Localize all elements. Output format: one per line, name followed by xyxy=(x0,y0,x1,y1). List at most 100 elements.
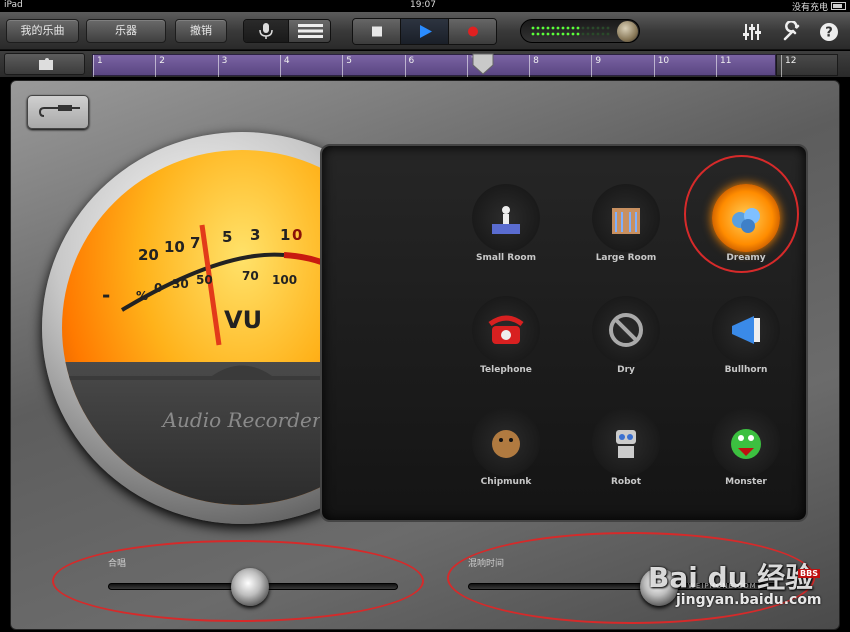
vu-scale-label: 7 xyxy=(190,234,200,252)
tracks-view-button[interactable] xyxy=(288,20,330,42)
level-led xyxy=(536,26,540,30)
level-led xyxy=(546,32,550,36)
play-button[interactable] xyxy=(401,19,449,44)
loop-button[interactable] xyxy=(4,53,85,75)
ruler-bar-label: 2 xyxy=(159,56,166,66)
effect-label: Small Room xyxy=(476,253,536,263)
level-led xyxy=(536,32,540,36)
input-level-meter xyxy=(520,19,640,43)
watermark-brand: Bai du 经验 xyxy=(648,561,814,594)
effect-small-room[interactable]: Small Room xyxy=(446,178,566,288)
level-led xyxy=(551,26,555,30)
dry-icon xyxy=(609,313,643,347)
level-led xyxy=(586,32,590,36)
effect-chipmunk[interactable]: Chipmunk xyxy=(446,402,566,512)
ruler-bar-label: 8 xyxy=(533,56,539,66)
undo-button[interactable]: 撤销 xyxy=(175,19,227,43)
watermark-url: jingyan.baidu.com xyxy=(676,592,822,608)
ruler-bar-label: 1 xyxy=(97,56,103,66)
vu-percent-label: % xyxy=(136,289,148,303)
toolbar: 我的乐曲 乐器 撤销 ? xyxy=(0,12,850,50)
ruler-bar-7: 7 xyxy=(466,55,477,77)
ruler-bar-label: 11 xyxy=(720,56,732,66)
stop-button[interactable] xyxy=(353,19,401,44)
microphone-icon xyxy=(259,23,273,39)
effect-monster[interactable]: Monster xyxy=(686,402,806,512)
level-led xyxy=(571,32,575,36)
ruler-bar-2: 2 xyxy=(155,55,165,77)
level-led xyxy=(541,26,545,30)
vu-percent-label: 70 xyxy=(242,269,259,283)
level-led xyxy=(576,32,580,36)
puzzle-icon xyxy=(39,58,53,70)
effect-telephone[interactable]: Telephone xyxy=(446,290,566,400)
level-led xyxy=(561,26,565,30)
annotation-circle-dreamy xyxy=(684,155,799,273)
vu-scale-label: 3 xyxy=(250,226,260,244)
monster-icon xyxy=(731,429,761,459)
level-led xyxy=(591,32,595,36)
ruler-bar-4: 4 xyxy=(279,55,290,77)
ruler-end-segment[interactable]: 12 xyxy=(776,54,838,77)
effect-label: Robot xyxy=(610,477,642,487)
level-leds xyxy=(531,26,610,36)
clock: 19:07 xyxy=(410,0,436,10)
mixer-icon[interactable] xyxy=(741,21,763,43)
effect-label: Bullhorn xyxy=(724,365,768,375)
level-led xyxy=(586,26,590,30)
level-led xyxy=(576,26,580,30)
instrument-view-button[interactable] xyxy=(244,20,288,42)
device-name: iPad xyxy=(4,0,23,10)
telephone-icon xyxy=(488,315,524,344)
large-room-icon xyxy=(612,208,640,234)
wrench-icon[interactable] xyxy=(781,20,803,43)
effect-label: Large Room xyxy=(595,253,657,263)
my-songs-button[interactable]: 我的乐曲 xyxy=(6,19,79,43)
instruments-button[interactable]: 乐器 xyxy=(86,19,166,43)
effect-dry[interactable]: Dry xyxy=(566,290,686,400)
input-settings-button[interactable] xyxy=(27,95,89,129)
level-led xyxy=(591,26,595,30)
level-led xyxy=(606,32,610,36)
vu-minus-sign: - xyxy=(102,283,110,307)
level-led xyxy=(546,26,550,30)
transport-controls xyxy=(352,18,497,45)
input-jack-icon xyxy=(38,105,80,117)
tracks-icon xyxy=(298,24,323,38)
effect-label: Dry xyxy=(617,365,635,375)
playhead-handle[interactable] xyxy=(471,53,495,76)
vu-percent-label: 50 xyxy=(196,273,213,287)
vu-scale-label: 10 xyxy=(164,238,185,256)
level-led xyxy=(596,32,600,36)
vu-scale-label: 5 xyxy=(222,228,232,246)
effect-bullhorn[interactable]: Bullhorn xyxy=(686,290,806,400)
ruler-bar-3: 3 xyxy=(217,55,227,77)
view-switch xyxy=(243,19,331,43)
ruler-bar-5: 5 xyxy=(342,55,352,77)
ruler-bar-10: 10 xyxy=(653,55,669,77)
watermark: Bai du 经验 WEIPHONE.COM BBS jingyan.baidu… xyxy=(648,556,848,616)
effect-label: Chipmunk xyxy=(480,477,532,487)
ruler-bar-label: 10 xyxy=(657,56,670,66)
battery-icon xyxy=(831,2,846,10)
level-led xyxy=(541,32,545,36)
vu-percent-label: 0 xyxy=(154,281,162,295)
effect-label: Telephone xyxy=(480,365,532,375)
ruler-bar-11: 11 xyxy=(716,55,731,77)
input-level-knob[interactable] xyxy=(617,21,638,42)
annotation-circle-chorus xyxy=(52,540,424,622)
ruler-bar-label: 6 xyxy=(408,56,415,66)
record-icon xyxy=(468,26,478,37)
bar-ruler[interactable]: 1 2 3 4 5 6 7 8 9 10 11 xyxy=(92,54,776,77)
help-icon[interactable]: ? xyxy=(818,21,840,43)
timeline-bar: 1234567891011 12 xyxy=(0,51,850,78)
ruler-bar-label: 3 xyxy=(221,56,228,66)
effect-robot[interactable]: Robot xyxy=(566,402,686,512)
effect-large-room[interactable]: Large Room xyxy=(566,178,686,288)
record-button[interactable] xyxy=(449,19,496,44)
vu-scale-label: 1 xyxy=(280,226,290,244)
vu-percent-label: 30 xyxy=(172,277,189,291)
watermark-sub: WEIPHONE.COM xyxy=(688,582,757,590)
play-icon xyxy=(420,25,432,38)
level-led xyxy=(561,32,565,36)
